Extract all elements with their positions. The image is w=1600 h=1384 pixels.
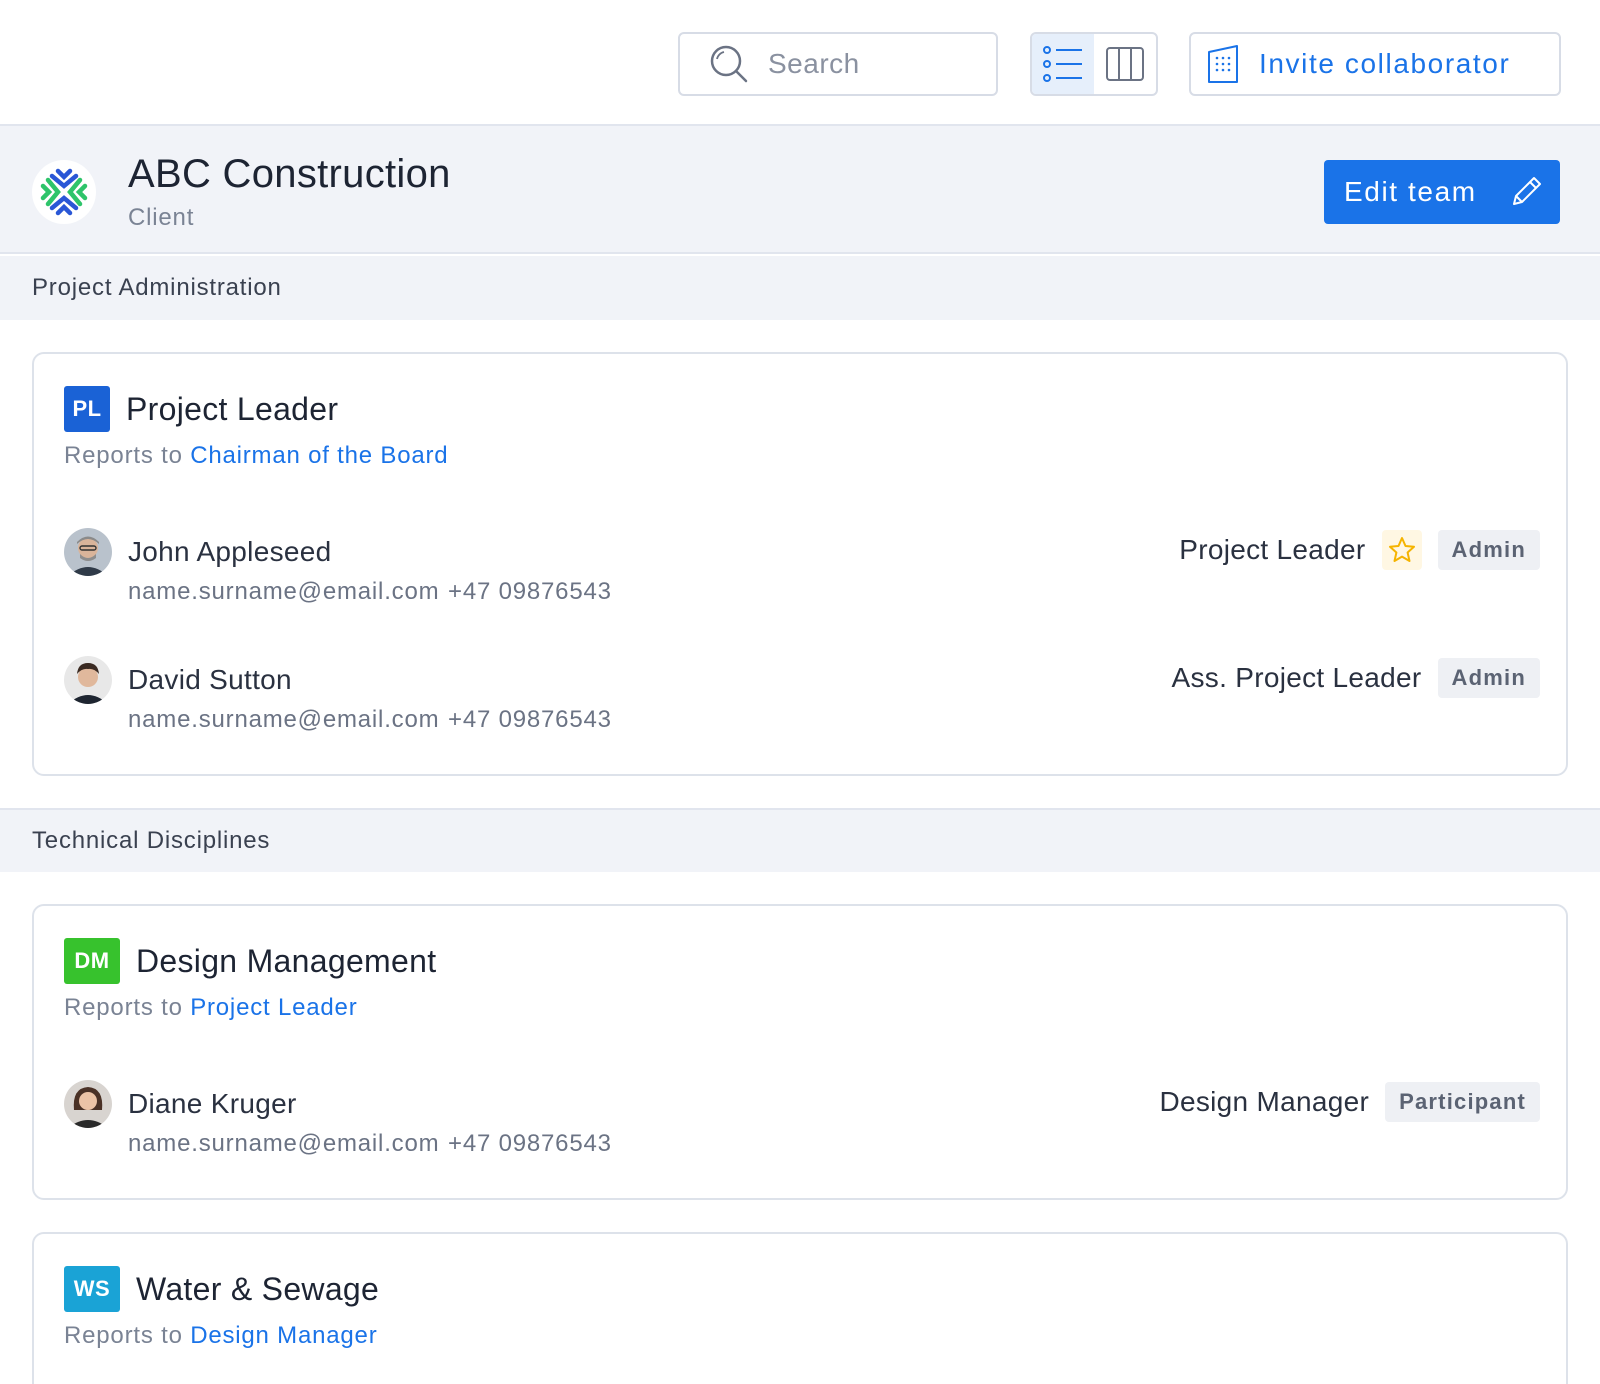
client-header: ABC Construction Client Edit team	[0, 126, 1600, 254]
avatar	[64, 528, 112, 576]
list-view-button[interactable]	[1032, 34, 1094, 94]
building-icon	[1208, 45, 1238, 83]
role-card: DM Design Management Reports to Project …	[32, 904, 1568, 1200]
member-email[interactable]: name.surname@email.com	[128, 1130, 439, 1158]
reports-to: Reports to Chairman of the Board	[64, 442, 448, 470]
reports-prefix: Reports to	[64, 994, 183, 1021]
section-header: Project Administration	[0, 256, 1600, 320]
invite-label: Invite collaborator	[1259, 48, 1511, 79]
member-name: Diane Kruger	[128, 1088, 297, 1119]
role-header: WS Water & Sewage	[64, 1266, 379, 1312]
role-header: DM Design Management	[64, 938, 436, 984]
member-name: David Sutton	[128, 664, 292, 695]
member-name: John Appleseed	[128, 536, 332, 567]
columns-view-icon	[1106, 47, 1144, 81]
role-title: Water & Sewage	[136, 1270, 380, 1307]
pencil-icon	[1513, 177, 1541, 205]
client-logo	[32, 160, 96, 224]
reports-prefix: Reports to	[64, 1322, 183, 1349]
member-row[interactable]: David Sutton name.surname@email.com +47 …	[64, 656, 1540, 736]
role-badge: PL	[64, 386, 110, 432]
search-input[interactable]: Search	[678, 32, 998, 96]
section-title: Project Administration	[32, 274, 282, 301]
member-email[interactable]: name.surname@email.com	[128, 706, 439, 734]
role-badge: DM	[64, 938, 120, 984]
section-header: Technical Disciplines	[0, 808, 1600, 872]
member-email[interactable]: name.surname@email.com	[128, 578, 439, 606]
client-role: Client	[128, 204, 195, 231]
reports-to-link[interactable]: Chairman of the Board	[190, 442, 448, 469]
member-row[interactable]: John Appleseed name.surname@email.com +4…	[64, 528, 1540, 608]
role-card: PL Project Leader Reports to Chairman of…	[32, 352, 1568, 776]
member-meta: Project Leader Admin	[1179, 530, 1540, 570]
member-phone[interactable]: +47 09876543	[448, 578, 612, 606]
section-title: Technical Disciplines	[32, 827, 271, 854]
role-title: Design Management	[136, 942, 437, 979]
permission-badge: Admin	[1437, 658, 1540, 698]
client-name: ABC Construction	[128, 152, 451, 196]
reports-to-link[interactable]: Design Manager	[190, 1322, 377, 1349]
member-meta: Design Manager Participant	[1159, 1082, 1540, 1122]
member-role: Design Manager	[1159, 1086, 1370, 1117]
edit-team-button[interactable]: Edit team	[1324, 160, 1560, 224]
member-row[interactable]: Diane Kruger name.surname@email.com +47 …	[64, 1080, 1540, 1160]
company-logo-icon	[40, 168, 88, 216]
role-title: Project Leader	[126, 390, 339, 427]
avatar	[64, 1080, 112, 1128]
member-phone[interactable]: +47 09876543	[448, 1130, 612, 1158]
edit-team-label: Edit team	[1344, 176, 1477, 207]
role-badge: WS	[64, 1266, 120, 1312]
role-header: PL Project Leader	[64, 386, 338, 432]
permission-badge: Admin	[1437, 530, 1540, 570]
search-icon	[710, 45, 748, 83]
search-placeholder: Search	[768, 48, 860, 79]
view-toggle	[1030, 32, 1158, 96]
member-role: Project Leader	[1179, 534, 1366, 565]
reports-to-link[interactable]: Project Leader	[190, 994, 357, 1021]
invite-collaborator-button[interactable]: Invite collaborator	[1189, 32, 1561, 96]
member-role: Ass. Project Leader	[1171, 662, 1422, 693]
reports-to: Reports to Design Manager	[64, 1322, 378, 1350]
member-meta: Ass. Project Leader Admin	[1171, 658, 1540, 698]
member-phone[interactable]: +47 09876543	[448, 706, 612, 734]
avatar	[64, 656, 112, 704]
reports-prefix: Reports to	[64, 442, 183, 469]
star-icon[interactable]	[1381, 530, 1422, 570]
permission-badge: Participant	[1385, 1082, 1540, 1122]
list-view-icon	[1043, 46, 1082, 82]
toolbar: Search Invite collaborator	[0, 0, 1600, 126]
columns-view-button[interactable]	[1094, 34, 1156, 94]
role-card: WS Water & Sewage Reports to Design Mana…	[32, 1232, 1568, 1384]
reports-to: Reports to Project Leader	[64, 994, 357, 1022]
